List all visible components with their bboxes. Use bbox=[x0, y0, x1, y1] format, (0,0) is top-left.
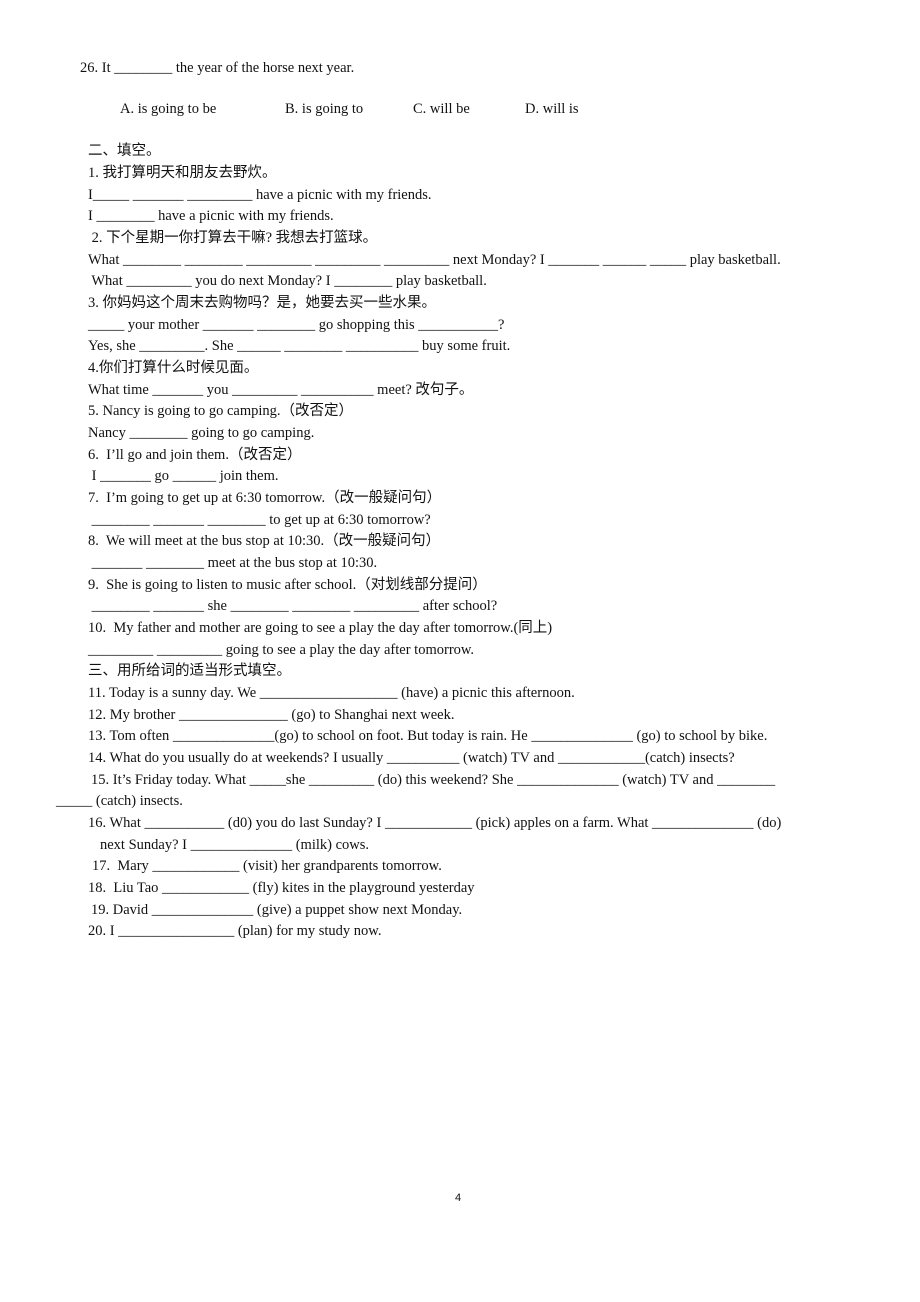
s2-line: 2. 下个星期一你打算去干嘛? 我想去打篮球。 bbox=[88, 230, 378, 246]
s3-line: next Sunday? I ______________ (milk) cow… bbox=[100, 837, 370, 853]
s2-line: _________ _________ going to see a play … bbox=[88, 642, 475, 658]
s2-line: I_____ _______ _________ have a picnic w… bbox=[88, 187, 432, 203]
s2-line: 8. We will meet at the bus stop at 10:30… bbox=[88, 533, 441, 549]
s2-line: ________ _______ ________ to get up at 6… bbox=[88, 512, 431, 528]
s3-line: _____ (catch) insects. bbox=[56, 793, 183, 809]
s2-line: What time _______ you _________ ________… bbox=[88, 382, 474, 398]
s3-line: 15. It’s Friday today. What _____she ___… bbox=[91, 772, 776, 788]
option-a: A. is going to be bbox=[120, 101, 217, 117]
s2-line: 5. Nancy is going to go camping.（改否定） bbox=[88, 403, 353, 419]
s2-line: Yes, she _________. She ______ ________ … bbox=[88, 338, 511, 354]
s2-line: 3. 你妈妈这个周末去购物吗？是，她要去买一些水果。 bbox=[88, 295, 436, 311]
s2-line: What _________ you do next Monday? I ___… bbox=[88, 273, 487, 289]
s2-line: 9. She is going to listen to music after… bbox=[88, 577, 487, 593]
s3-line: 14. What do you usually do at weekends? … bbox=[88, 750, 735, 766]
s3-line: 19. David ______________ (give) a puppet… bbox=[91, 902, 463, 918]
s2-line: 10. My father and mother are going to se… bbox=[88, 620, 553, 636]
s3-line: 16. What ___________ (d0) you do last Su… bbox=[88, 815, 782, 831]
s2-line: _____ your mother _______ ________ go sh… bbox=[88, 317, 505, 333]
question-26-stem: 26. It ________ the year of the horse ne… bbox=[80, 60, 355, 76]
option-c: C. will be bbox=[413, 101, 470, 117]
s2-line: Nancy ________ going to go camping. bbox=[88, 425, 315, 441]
section-3-heading: 三、用所给词的适当形式填空。 bbox=[88, 663, 291, 679]
s2-line: 1. 我打算明天和朋友去野炊。 bbox=[88, 165, 277, 181]
option-d: D. will is bbox=[525, 101, 579, 117]
s2-line: 4.你们打算什么时候见面。 bbox=[88, 360, 259, 376]
option-b: B. is going to bbox=[285, 101, 364, 117]
s3-line: 12. My brother _______________ (go) to S… bbox=[88, 707, 455, 723]
s2-line: 6. I’ll go and join them.（改否定） bbox=[88, 447, 302, 463]
page-number: 4 bbox=[455, 1192, 462, 1204]
s3-line: 18. Liu Tao ____________ (fly) kites in … bbox=[88, 880, 475, 896]
s2-line: 7. I’m going to get up at 6:30 tomorrow.… bbox=[88, 490, 442, 506]
s3-line: 17. Mary ____________ (visit) her grandp… bbox=[92, 858, 442, 874]
s3-line: 13. Tom often ______________(go) to scho… bbox=[88, 728, 768, 744]
s2-line: What ________ ________ _________ _______… bbox=[88, 252, 781, 268]
s2-line: I ________ have a picnic with my friends… bbox=[88, 208, 334, 224]
s2-line: I _______ go ______ join them. bbox=[88, 468, 279, 484]
section-2-heading: 二、填空。 bbox=[88, 143, 161, 159]
s3-line: 11. Today is a sunny day. We ___________… bbox=[88, 685, 575, 701]
s3-line: 20. I ________________ (plan) for my stu… bbox=[88, 923, 382, 939]
s2-line: ________ _______ she ________ ________ _… bbox=[88, 598, 498, 614]
s2-line: _______ ________ meet at the bus stop at… bbox=[88, 555, 378, 571]
